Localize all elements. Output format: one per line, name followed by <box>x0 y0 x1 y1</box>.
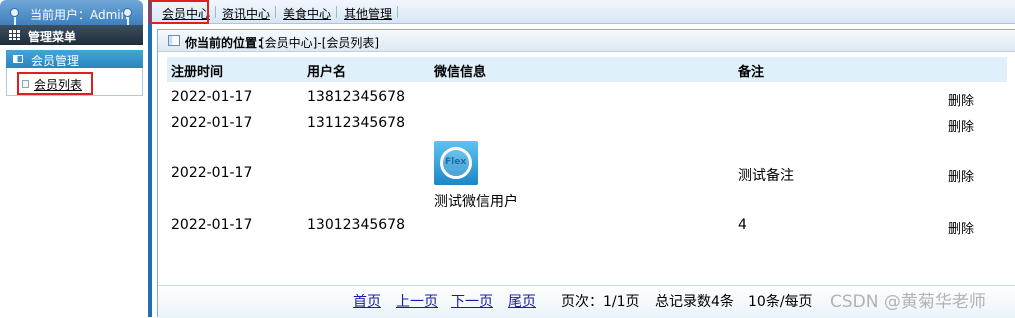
nav-separator <box>215 6 216 18</box>
delete-link[interactable]: 删除 <box>948 90 974 109</box>
username-cell: 13812345678 <box>307 89 405 105</box>
delete-link[interactable]: 删除 <box>948 218 974 237</box>
next-page-link[interactable]: 下一页 <box>451 291 493 311</box>
wechat-avatar: Flex <box>434 141 478 185</box>
table-row: 2022-01-17 Flex 测试微信用户 测试备注 删除 <box>167 141 1007 211</box>
table-row: 2022-01-17 13012345678 4 删除 <box>167 216 1007 240</box>
username-cell: 13112345678 <box>307 115 405 131</box>
panel-icon <box>13 55 23 63</box>
active-tab-highlight <box>149 0 209 24</box>
nav-separator <box>275 6 276 18</box>
main-panel: 你当前的位置： [会员中心]-[会员列表] 注册时间 用户名 微信信息 备注 2… <box>157 29 1015 318</box>
column-header: 微信信息 <box>434 65 487 80</box>
page-info: 页次：1/1页 <box>561 294 640 310</box>
tab-food-center[interactable]: 美食中心 <box>283 5 331 22</box>
tab-other-management[interactable]: 其他管理 <box>344 5 392 22</box>
menu-group-member[interactable]: 会员管理 <box>6 50 143 68</box>
pin-icon <box>123 8 132 27</box>
date-cell: 2022-01-17 <box>171 165 253 181</box>
username-cell: 13012345678 <box>307 217 405 233</box>
breadcrumb: 你当前的位置： [会员中心]-[会员列表] <box>158 30 1015 52</box>
grid-icon <box>9 30 20 40</box>
note-cell: 4 <box>738 217 747 233</box>
nav-separator <box>397 6 398 18</box>
column-header: 注册时间 <box>171 65 224 80</box>
total-records: 总记录数4条 <box>655 294 734 310</box>
sidebar-divider <box>148 0 152 317</box>
sidebar: 当前用户：Admin 管理菜单 会员管理 会员列表 <box>0 0 143 317</box>
breadcrumb-path: [会员中心]-[会员列表] <box>260 36 380 50</box>
last-page-link[interactable]: 尾页 <box>508 291 536 311</box>
wechat-name-cell: 测试微信用户 <box>434 194 518 210</box>
nav-separator <box>336 6 337 18</box>
menu-title: 管理菜单 <box>28 30 77 44</box>
document-icon <box>22 80 29 88</box>
table-row: 2022-01-17 13112345678 删除 <box>167 114 1007 138</box>
top-nav: 会员中心 资讯中心 美食中心 其他管理 <box>152 0 1015 24</box>
first-page-link[interactable]: 首页 <box>353 291 381 311</box>
table-header: 注册时间 用户名 微信信息 备注 <box>167 57 1007 82</box>
pin-icon <box>10 8 19 27</box>
tab-news-center[interactable]: 资讯中心 <box>222 5 270 22</box>
breadcrumb-label: 你当前的位置： <box>185 36 270 50</box>
column-header: 用户名 <box>307 65 347 80</box>
date-cell: 2022-01-17 <box>171 115 253 131</box>
date-cell: 2022-01-17 <box>171 89 253 105</box>
window-icon <box>168 35 180 46</box>
watermark: CSDN @黄菊华老师 <box>830 292 986 312</box>
per-page-info: 10条/每页 <box>748 294 813 310</box>
column-header: 备注 <box>738 65 765 80</box>
menu-group-title: 会员管理 <box>31 54 80 68</box>
sidebar-item-label[interactable]: 会员列表 <box>34 76 82 93</box>
note-cell: 测试备注 <box>738 168 794 184</box>
menu-group-items: 会员列表 <box>6 68 143 96</box>
date-cell: 2022-01-17 <box>171 217 253 233</box>
menu-header: 管理菜单 <box>0 25 143 45</box>
sidebar-item-member-list[interactable]: 会员列表 <box>17 72 93 95</box>
current-user-bar: 当前用户：Admin <box>0 0 143 27</box>
avatar-logo-text: Flex <box>445 157 467 167</box>
delete-link[interactable]: 删除 <box>948 166 974 185</box>
delete-link[interactable]: 删除 <box>948 116 974 135</box>
current-user-label: 当前用户：Admin <box>30 8 129 22</box>
prev-page-link[interactable]: 上一页 <box>396 291 438 311</box>
table-row: 2022-01-17 13812345678 删除 <box>167 88 1007 112</box>
